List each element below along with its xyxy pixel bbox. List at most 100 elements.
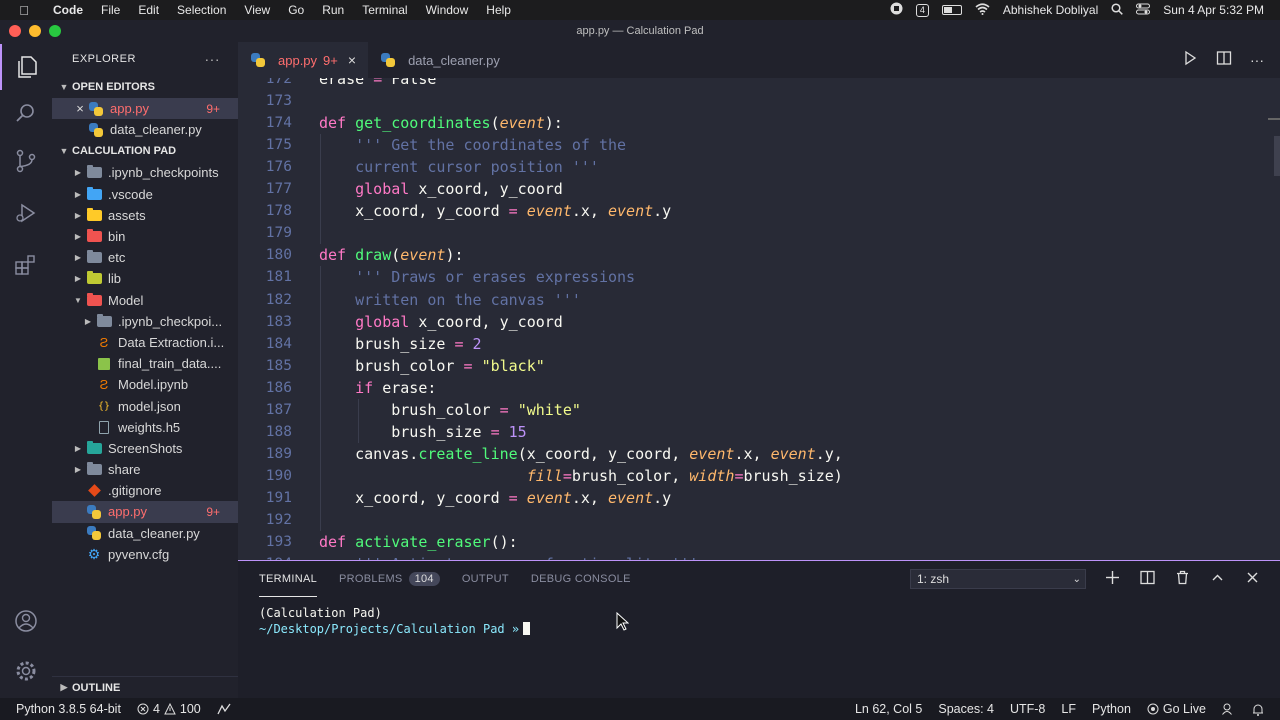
run-python-file-icon[interactable] <box>1182 50 1198 71</box>
tree-folder[interactable]: ▶ assets <box>52 205 238 226</box>
notifications-icon[interactable] <box>1244 702 1272 716</box>
spotlight-search-icon[interactable] <box>1111 2 1124 18</box>
tree-file[interactable]: weights.h5 <box>52 417 238 438</box>
kill-terminal-icon[interactable] <box>1175 570 1190 588</box>
end-of-line[interactable]: LF <box>1053 702 1084 716</box>
explorer-icon[interactable] <box>0 44 52 90</box>
code-editor[interactable]: 172 erase = False 173 174 def get_coordinate… <box>238 78 1280 560</box>
encoding[interactable]: UTF-8 <box>1002 702 1053 716</box>
tab-terminal[interactable]: TERMINAL <box>259 561 318 597</box>
accounts-icon[interactable] <box>0 598 52 644</box>
tree-file[interactable]: data_cleaner.py <box>52 523 238 544</box>
code-line: brush_color = "black" <box>319 356 545 375</box>
menu-view[interactable]: View <box>235 3 279 17</box>
apple-icon[interactable]:  <box>16 3 32 18</box>
split-editor-icon[interactable] <box>1216 50 1232 71</box>
editor-more-icon[interactable]: ··· <box>1250 52 1264 68</box>
macos-menubar:  Code File Edit Selection View Go Run T… <box>0 0 1280 20</box>
run-debug-icon[interactable] <box>0 190 52 236</box>
feedback-icon[interactable] <box>1214 702 1244 716</box>
record-icon[interactable] <box>890 2 903 18</box>
tab-data-cleaner-py[interactable]: data_cleaner.py <box>368 42 512 78</box>
language-mode[interactable]: Python <box>1084 702 1139 716</box>
line-number: 180 <box>265 247 292 264</box>
tree-file[interactable]: final_train_data.... <box>52 353 238 374</box>
menubar-user[interactable]: Abhishek Dobliyal <box>1003 3 1098 17</box>
python-interpreter[interactable]: Python 3.8.5 64-bit <box>0 702 129 716</box>
indent-guide <box>320 266 321 532</box>
tab-close-icon[interactable]: × <box>348 52 356 68</box>
open-editor-item[interactable]: × app.py 9+ <box>52 98 238 120</box>
chevron-down-icon: ▼ <box>59 146 69 157</box>
new-terminal-icon[interactable] <box>1105 570 1120 588</box>
open-editor-item[interactable]: data_cleaner.py <box>52 119 238 140</box>
folder-icon <box>86 207 102 222</box>
tree-folder[interactable]: ▶ share <box>52 459 238 480</box>
problems-status[interactable]: 4 100 <box>129 702 209 716</box>
tree-item-label: app.py <box>108 504 148 520</box>
tab-output[interactable]: OUTPUT <box>462 561 509 597</box>
terminal-output[interactable]: (Calculation Pad) ~/Desktop/Projects/Cal… <box>238 605 1280 637</box>
tree-file[interactable]: .gitignore <box>52 480 238 501</box>
tree-file[interactable]: ⚙ pyvenv.cfg <box>52 544 238 565</box>
battery-icon[interactable] <box>941 5 962 15</box>
close-icon[interactable]: × <box>72 101 88 116</box>
maximize-panel-icon[interactable] <box>1210 570 1225 588</box>
window-zoom-button[interactable] <box>49 25 61 37</box>
window-minimize-button[interactable] <box>29 25 41 37</box>
go-live-button[interactable]: Go Live <box>1139 702 1214 716</box>
tree-folder[interactable]: ▶ .ipynb_checkpoints <box>52 162 238 183</box>
window-close-button[interactable] <box>9 25 21 37</box>
indentation[interactable]: Spaces: 4 <box>930 702 1002 716</box>
tree-folder[interactable]: ▶ ScreenShots <box>52 438 238 459</box>
menu-app[interactable]: Code <box>44 3 92 17</box>
code-line: x_coord, y_coord = event.x, event.y <box>319 488 672 507</box>
menu-selection[interactable]: Selection <box>168 3 235 17</box>
tree-file[interactable]: app.py 9+ <box>52 501 238 523</box>
menu-go[interactable]: Go <box>279 3 313 17</box>
notebook-file-icon: Ƨ <box>99 334 109 350</box>
editor-scrollbar[interactable] <box>1274 136 1280 176</box>
tree-folder[interactable]: ▶ .vscode <box>52 184 238 205</box>
tree-item-label: pyvenv.cfg <box>108 546 170 562</box>
tree-folder[interactable]: ▼ Model <box>52 290 238 311</box>
menu-file[interactable]: File <box>92 3 129 17</box>
tree-folder[interactable]: ▶ bin <box>52 226 238 247</box>
tree-file[interactable]: Ƨ Model.ipynb <box>52 374 238 395</box>
menubar-clock[interactable]: Sun 4 Apr 5:32 PM <box>1163 3 1264 17</box>
search-icon[interactable] <box>0 90 52 136</box>
display-badge[interactable]: 4 <box>915 3 929 17</box>
menu-help[interactable]: Help <box>477 3 520 17</box>
tree-folder[interactable]: ▶ .ipynb_checkpoi... <box>52 311 238 332</box>
menu-window[interactable]: Window <box>417 3 478 17</box>
code-line: def get_coordinates(event): <box>319 114 563 133</box>
outline-section[interactable]: ▶ OUTLINE <box>52 676 238 698</box>
line-number: 189 <box>265 445 292 462</box>
tree-file[interactable]: Ƨ Data Extraction.i... <box>52 332 238 353</box>
close-panel-icon[interactable] <box>1245 570 1260 588</box>
menu-terminal[interactable]: Terminal <box>353 3 416 17</box>
folder-icon <box>86 271 102 286</box>
tree-item-label: .gitignore <box>108 483 162 499</box>
tab-app-py[interactable]: app.py 9+ × <box>238 42 369 78</box>
tree-folder[interactable]: ▶ lib <box>52 268 238 289</box>
tree-file[interactable]: {} model.json <box>52 395 238 416</box>
control-center-icon[interactable] <box>1136 3 1151 18</box>
extensions-icon[interactable] <box>0 242 52 288</box>
split-terminal-icon[interactable] <box>1140 570 1155 588</box>
explorer-more-icon[interactable]: ··· <box>205 51 221 67</box>
cursor-position[interactable]: Ln 62, Col 5 <box>847 702 930 716</box>
menu-run[interactable]: Run <box>313 3 353 17</box>
menu-edit[interactable]: Edit <box>129 3 168 17</box>
project-section[interactable]: ▼ CALCULATION PAD <box>52 140 238 162</box>
tree-folder[interactable]: ▶ etc <box>52 247 238 268</box>
open-editors-section[interactable]: ▼ OPEN EDITORS <box>52 76 238 98</box>
source-control-icon[interactable] <box>0 138 52 184</box>
terminal-select[interactable]: 1: zsh ⌄ <box>910 569 1086 589</box>
live-share-icon[interactable] <box>209 703 239 715</box>
manage-gear-icon[interactable] <box>0 648 52 694</box>
tab-problems[interactable]: PROBLEMS 104 <box>339 561 440 597</box>
wifi-icon[interactable] <box>975 2 990 18</box>
code-line: x_coord, y_coord = event.x, event.y <box>319 202 672 221</box>
tab-debug-console[interactable]: DEBUG CONSOLE <box>531 561 631 597</box>
